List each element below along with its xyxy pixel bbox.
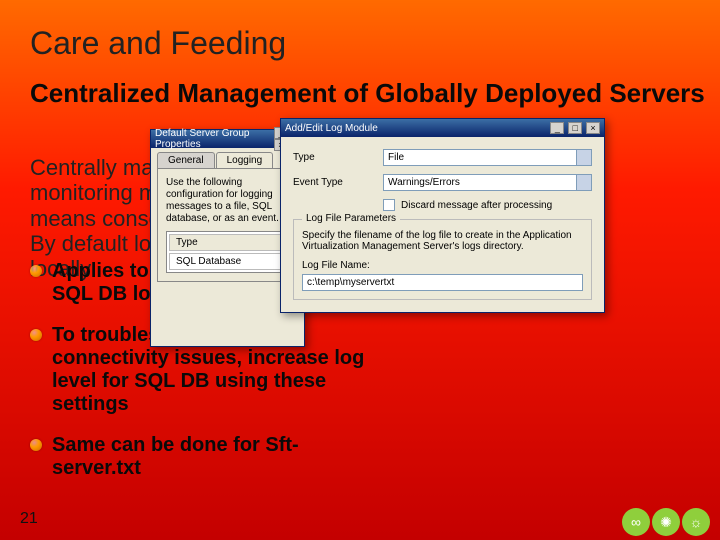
badge-icon: ☼ [682, 508, 710, 536]
log-file-name-value: c:\temp\myservertxt [307, 277, 394, 288]
slide-title: Care and Feeding [30, 25, 286, 62]
type-value: File [388, 152, 404, 163]
bullet-item: Same can be done for Sft-server.txt [30, 434, 380, 480]
group-legend: Log File Parameters [302, 213, 400, 224]
event-select[interactable]: Warnings/Errors [383, 174, 592, 191]
table-row[interactable]: SQL Database [169, 253, 286, 270]
window-title: Add/Edit Log Module [285, 123, 378, 134]
tab-general[interactable]: General [157, 152, 215, 168]
event-label: Event Type [293, 177, 383, 188]
type-label: Type [293, 152, 383, 163]
slide-subtitle: Centralized Management of Globally Deplo… [30, 78, 705, 109]
log-file-parameters-group: Log File Parameters Specify the filename… [293, 219, 592, 300]
dialog-body: Type File Event Type Warnings/Errors Dis… [281, 137, 604, 312]
add-edit-log-module-dialog: Add/Edit Log Module _ □ × Type File Even… [280, 118, 605, 313]
file-label: Log File Name: [302, 260, 583, 271]
maximize-button[interactable]: □ [568, 122, 582, 134]
discard-label: Discard message after processing [401, 200, 552, 211]
table-header: Type [169, 234, 286, 251]
minimize-button[interactable]: _ [550, 122, 564, 134]
window-buttons: _ □ × [549, 122, 600, 134]
panel-intro: Use the following configuration for logg… [166, 177, 289, 225]
log-file-name-input[interactable]: c:\temp\myservertxt [302, 274, 583, 291]
tab-row: General Logging [157, 152, 298, 168]
badge-icon: ∞ [622, 508, 650, 536]
window-title: Default Server Group Properties [155, 128, 273, 150]
logging-panel: Use the following configuration for logg… [157, 168, 298, 282]
discard-checkbox[interactable] [383, 199, 395, 211]
slide-number: 21 [20, 510, 38, 528]
close-button[interactable]: × [586, 122, 600, 134]
badge-icon: ✺ [652, 508, 680, 536]
corner-badges: ∞ ✺ ☼ [622, 508, 710, 536]
tab-logging[interactable]: Logging [216, 152, 274, 168]
titlebar[interactable]: Add/Edit Log Module _ □ × [281, 119, 604, 137]
group-help: Specify the filename of the log file to … [302, 230, 583, 252]
event-value: Warnings/Errors [388, 177, 460, 188]
log-type-table[interactable]: Type SQL Database [166, 231, 289, 273]
type-select[interactable]: File [383, 149, 592, 166]
